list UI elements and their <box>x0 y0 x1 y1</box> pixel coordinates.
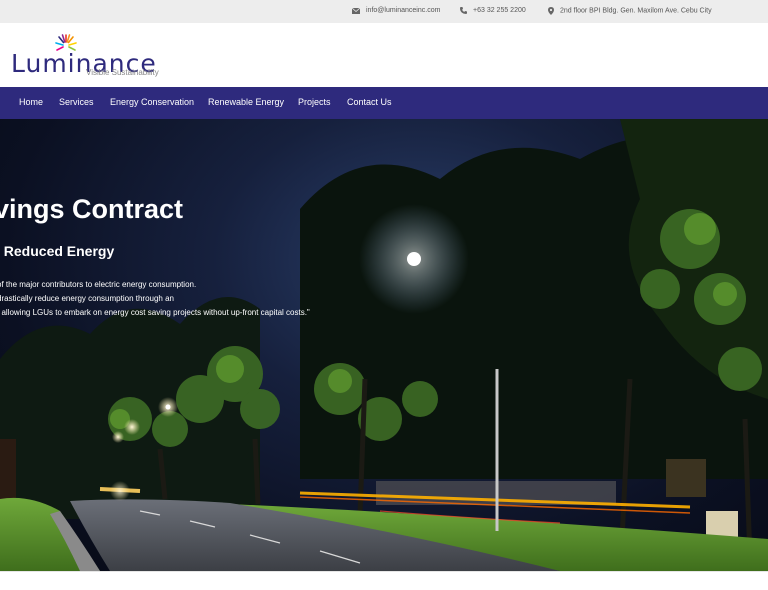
nav-renewable-energy[interactable]: Renewable Energy <box>208 97 284 107</box>
envelope-icon <box>352 7 360 14</box>
hero-title: vings Contract <box>0 194 184 224</box>
hero-text-line-2: drastically reduce energy consumption th… <box>0 294 174 303</box>
address-text: 2nd floor BPI Bldg. Gen. Maxilom Ave. Ce… <box>560 7 712 15</box>
night-street-background <box>0 119 768 571</box>
email-text[interactable]: info@luminanceinc.com <box>366 7 440 14</box>
nav-home[interactable]: Home <box>19 97 43 107</box>
email-contact[interactable]: info@luminanceinc.com <box>352 7 440 14</box>
nav-projects[interactable]: Projects <box>298 97 331 107</box>
nav-services[interactable]: Services <box>59 97 94 107</box>
nav-contact-us[interactable]: Contact Us <box>347 97 392 107</box>
main-nav: Home Services Energy Conservation Renewa… <box>0 87 768 119</box>
phone-contact[interactable]: +63 32 255 2200 <box>460 7 526 14</box>
page-bottom-strip <box>0 571 768 590</box>
address-contact: 2nd floor BPI Bldg. Gen. Maxilom Ave. Ce… <box>548 7 712 15</box>
hero-text-line-1: of the major contributors to electric en… <box>0 280 197 289</box>
phone-icon <box>460 7 467 14</box>
map-pin-icon <box>548 7 554 15</box>
hero-text-line-3: , allowing LGUs to embark on energy cost… <box>0 308 310 317</box>
hero-banner: vings Contract , Reduced Energy of the m… <box>0 119 768 571</box>
contact-bar: info@luminanceinc.com +63 32 255 2200 2n… <box>0 0 768 23</box>
luminance-logo[interactable]: Luminance Visible Sustainability <box>11 33 161 83</box>
hero-subtitle: , Reduced Energy <box>0 243 115 259</box>
phone-text[interactable]: +63 32 255 2200 <box>473 7 526 14</box>
site-header: Luminance Visible Sustainability <box>0 23 768 87</box>
nav-energy-conservation[interactable]: Energy Conservation <box>110 97 194 107</box>
logo-tagline: Visible Sustainability <box>86 68 159 77</box>
